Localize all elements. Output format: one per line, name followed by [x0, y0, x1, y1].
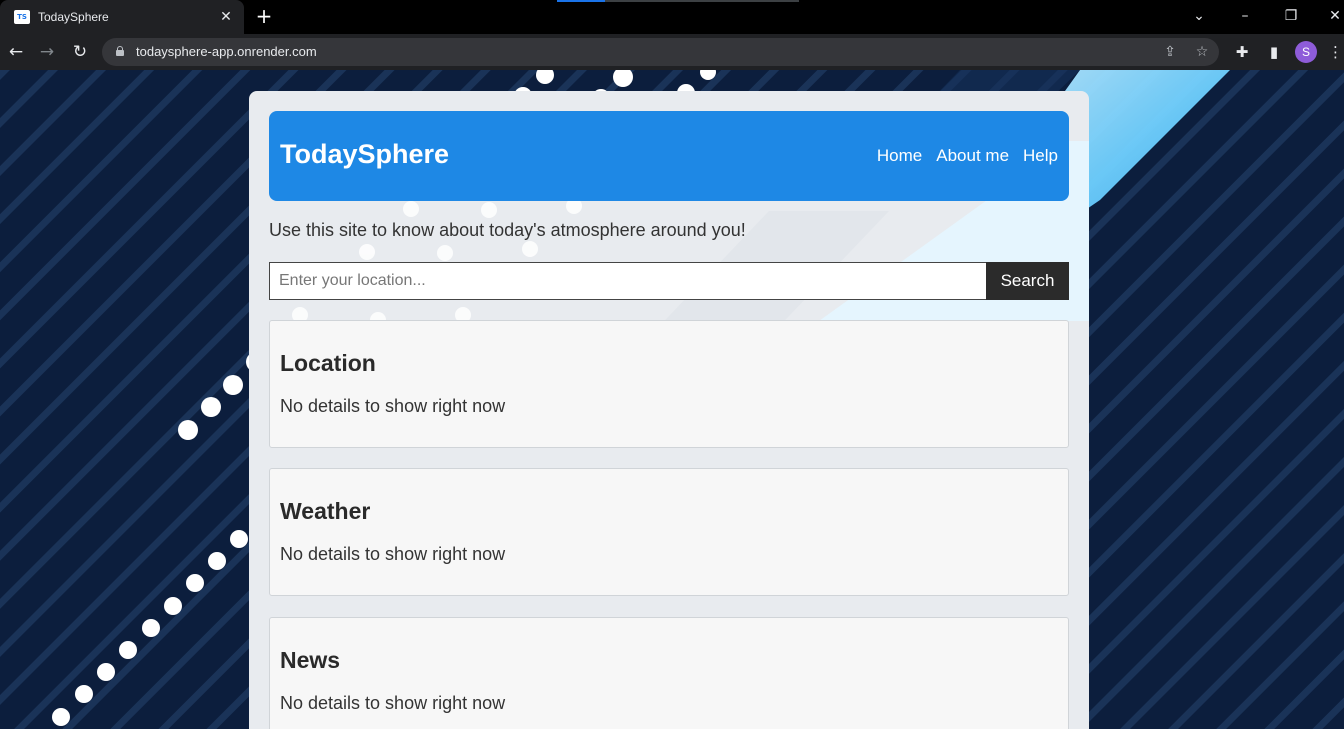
weather-card: Weather No details to show right now — [269, 468, 1069, 596]
tab-title: TodaySphere — [38, 10, 109, 24]
plus-icon[interactable]: + — [254, 6, 274, 26]
kebab-menu-icon[interactable]: ⋮ — [1328, 42, 1343, 62]
lock-icon[interactable] — [116, 46, 124, 56]
share-icon[interactable]: ⇪ — [1160, 42, 1180, 62]
card-body: No details to show right now — [280, 396, 506, 416]
browser-tab-bar: TS TodaySphere ✕ + ⌄ – ❐ ✕ — [0, 0, 1344, 34]
tab-strip-indicator — [557, 0, 605, 2]
profile-avatar[interactable]: S — [1295, 41, 1317, 63]
site-title: TodaySphere — [280, 139, 450, 169]
arrow-right-icon[interactable]: → — [37, 42, 57, 62]
window-close-icon[interactable]: ✕ — [1323, 6, 1344, 26]
card-body: No details to show right now — [280, 544, 506, 564]
card-title: News — [280, 647, 341, 673]
intro-text: Use this site to know about today's atmo… — [269, 220, 746, 240]
url-text[interactable]: todaysphere-app.onrender.com — [136, 44, 317, 59]
search-button[interactable]: Search — [986, 262, 1069, 300]
card-title: Location — [280, 350, 376, 376]
nav-link-home[interactable]: Home — [877, 146, 922, 166]
nav-link-about-me[interactable]: About me — [936, 146, 1009, 166]
location-search-input[interactable] — [269, 262, 986, 300]
close-icon[interactable]: ✕ — [218, 8, 234, 24]
reload-icon[interactable]: ↻ — [70, 42, 90, 62]
side-panel-icon[interactable]: ▮ — [1264, 42, 1284, 62]
page-viewport: TodaySphere Home About me Help Use this … — [0, 70, 1344, 729]
star-icon[interactable]: ☆ — [1192, 42, 1212, 62]
news-card: News No details to show right now — [269, 617, 1069, 729]
browser-tab[interactable]: TS TodaySphere ✕ — [0, 0, 244, 34]
chevron-down-icon[interactable]: ⌄ — [1187, 6, 1211, 26]
browser-toolbar: ← → ↻ todaysphere-app.onrender.com ⇪ ☆ ✚… — [0, 34, 1344, 70]
address-bar[interactable]: todaysphere-app.onrender.com ⇪ ☆ — [102, 38, 1219, 66]
site-favicon-icon: TS — [14, 10, 30, 24]
tab-strip-divider — [605, 0, 799, 2]
restore-icon[interactable]: ❐ — [1279, 6, 1303, 26]
location-card: Location No details to show right now — [269, 320, 1069, 448]
card-title: Weather — [280, 498, 371, 524]
site-nav: Home About me Help — [877, 146, 1058, 166]
card-body: No details to show right now — [280, 693, 506, 713]
minimize-icon[interactable]: – — [1233, 6, 1257, 26]
nav-link-help[interactable]: Help — [1023, 146, 1058, 166]
arrow-left-icon[interactable]: ← — [6, 42, 26, 62]
site-header: TodaySphere Home About me Help — [269, 111, 1069, 201]
puzzle-icon[interactable]: ✚ — [1232, 42, 1252, 62]
main-container: TodaySphere Home About me Help Use this … — [249, 91, 1089, 729]
